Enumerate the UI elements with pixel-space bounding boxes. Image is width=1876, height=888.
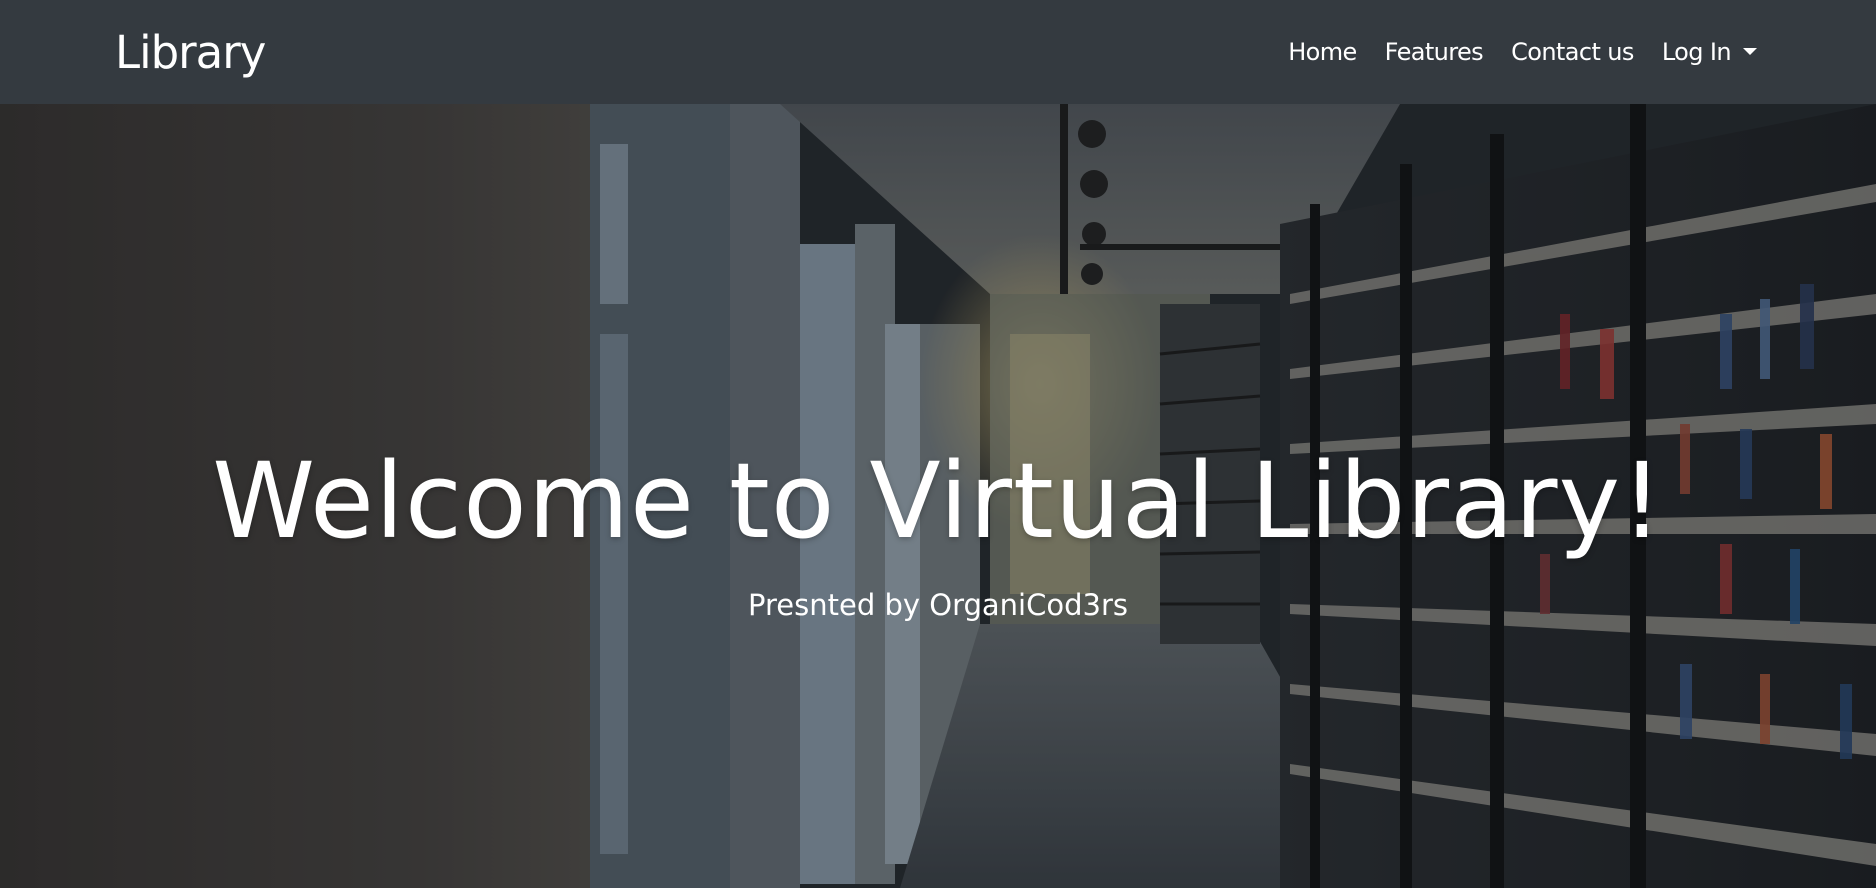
hero-subtitle: Presnted by OrganiCod3rs [748, 588, 1128, 622]
caret-down-icon [1743, 47, 1757, 55]
nav-links: Home Features Contact us Log In [1277, 30, 1768, 74]
nav-contact[interactable]: Contact us [1500, 30, 1645, 74]
nav-contact-label: Contact us [1511, 38, 1634, 66]
nav-features[interactable]: Features [1374, 30, 1494, 74]
navbar: Library Home Features Contact us Log In [0, 0, 1876, 104]
hero-content: Welcome to Virtual Library! Presnted by … [0, 104, 1876, 888]
nav-home-label: Home [1288, 38, 1357, 66]
nav-features-label: Features [1384, 38, 1484, 66]
hero-section: Welcome to Virtual Library! Presnted by … [0, 104, 1876, 888]
hero-title: Welcome to Virtual Library! [212, 440, 1664, 562]
nav-home[interactable]: Home [1277, 30, 1367, 74]
nav-login-dropdown[interactable]: Log In [1651, 30, 1768, 74]
nav-login-label: Log In [1661, 38, 1732, 66]
brand-logo[interactable]: Library [115, 30, 266, 75]
